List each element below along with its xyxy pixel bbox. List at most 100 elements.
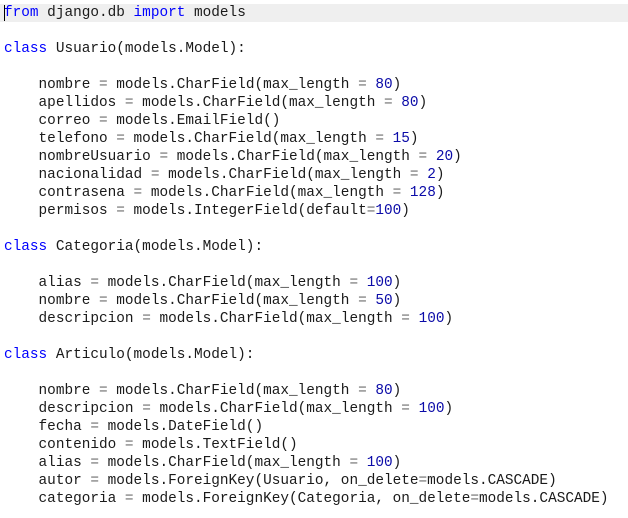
operator-token: = [358,383,367,399]
code-token: models.CharField(max_length [107,383,359,399]
code-line[interactable]: alias = models.CharField(max_length = 10… [0,274,628,292]
code-line[interactable]: categoria = models.ForeignKey(Categoria,… [0,490,628,508]
code-line[interactable]: descripcion = models.CharField(max_lengt… [0,400,628,418]
code-token: descripcion [4,401,143,417]
number-token: 100 [366,275,393,291]
code-line[interactable]: nombre = models.CharField(max_length = 8… [0,382,628,400]
code-line[interactable]: nombreUsuario = models.CharField(max_len… [0,148,628,166]
keyword-token: import [133,5,186,21]
code-line[interactable] [0,328,628,346]
code-token: models.EmailField() [107,113,281,129]
code-line[interactable]: correo = models.EmailField() [0,112,628,130]
operator-token: = [133,185,143,201]
code-token: models.ForeignKey(Usuario, on_delete [99,473,419,489]
code-token: Usuario(models.Model): [47,41,246,57]
code-token: models.CharField(max_length [107,77,359,93]
code-token: ) [409,131,419,147]
code-token: models.DateField() [99,419,264,435]
code-line[interactable]: fecha = models.DateField() [0,418,628,436]
code-token: models.IntegerField(default [124,203,367,219]
code-line[interactable]: permisos = models.IntegerField(default=1… [0,202,628,220]
code-token: ) [435,185,445,201]
code-line[interactable]: class Usuario(models.Model): [0,40,628,58]
code-line[interactable] [0,58,628,76]
code-line[interactable] [0,220,628,238]
keyword-token: class [4,239,48,255]
code-token: django.db [38,5,134,21]
code-token: models.CharField(max_length [150,401,402,417]
operator-token: = [90,473,99,489]
code-token: models.ForeignKey(Categoria, on_delete [133,491,471,507]
code-token: ) [418,95,428,111]
code-line[interactable] [0,256,628,274]
code-token: ) [444,401,454,417]
code-token: models [185,5,246,21]
operator-token: = [384,95,393,111]
code-token: models.CharField(max_length [133,95,384,111]
code-token: models.CASCADE) [427,473,557,489]
operator-token: = [470,491,479,507]
code-editor[interactable]: from django.db import models class Usuari… [0,4,628,508]
operator-token: = [124,95,134,111]
code-token: models.CharField(max_length [99,275,350,291]
number-token: 100 [418,401,445,417]
code-line[interactable]: nombre = models.CharField(max_length = 8… [0,76,628,94]
operator-token: = [99,113,108,129]
code-token: models.CharField(max_length [107,293,359,309]
code-token: autor [4,473,91,489]
code-line[interactable]: apellidos = models.CharField(max_length … [0,94,628,112]
number-token: 15 [392,131,410,147]
operator-token: = [124,437,134,453]
code-line[interactable]: nacionalidad = models.CharField(max_leng… [0,166,628,184]
keyword-token: class [4,347,48,363]
code-line[interactable]: class Categoria(models.Model): [0,238,628,256]
code-line[interactable]: class Articulo(models.Model): [0,346,628,364]
number-token: 100 [418,311,445,327]
code-token: apellidos [4,95,125,111]
code-token: models.CharField(max_length [124,131,376,147]
operator-token: = [99,77,108,93]
operator-token: = [349,455,359,471]
code-line[interactable]: nombre = models.CharField(max_length = 5… [0,292,628,310]
number-token: 80 [401,95,419,111]
code-token: ) [401,203,410,219]
code-token: models.CharField(max_length [99,455,350,471]
code-token: nombre [4,77,99,93]
operator-token: = [99,293,108,309]
code-line[interactable] [0,22,628,40]
operator-token: = [392,185,402,201]
operator-token: = [401,401,410,417]
code-token: ) [453,149,462,165]
code-token: contenido [4,437,125,453]
operator-token: = [349,275,359,291]
code-token: ) [392,383,402,399]
code-token: models.CharField(max_length [159,167,410,183]
operator-token: = [401,311,410,327]
code-line[interactable]: autor = models.ForeignKey(Usuario, on_de… [0,472,628,490]
operator-token: = [90,419,99,435]
code-token: ) [392,275,402,291]
code-line[interactable]: contrasena = models.CharField(max_length… [0,184,628,202]
operator-token: = [418,149,428,165]
code-token: Categoria(models.Model): [47,239,264,255]
code-line[interactable]: contenido = models.TextField() [0,436,628,454]
code-line[interactable]: from django.db import models [0,4,628,22]
operator-token: = [375,131,384,147]
code-line[interactable]: descripcion = models.CharField(max_lengt… [0,310,628,328]
number-token: 100 [366,455,393,471]
code-token: nombreUsuario [4,149,160,165]
operator-token: = [116,203,125,219]
code-line[interactable] [0,364,628,382]
code-token: nacionalidad [4,167,151,183]
code-token: models.CharField(max_length [150,311,402,327]
code-token: models.CASCADE) [478,491,609,507]
code-line[interactable]: alias = models.CharField(max_length = 10… [0,454,628,472]
operator-token: = [358,293,367,309]
code-line[interactable]: telefono = models.CharField(max_length =… [0,130,628,148]
